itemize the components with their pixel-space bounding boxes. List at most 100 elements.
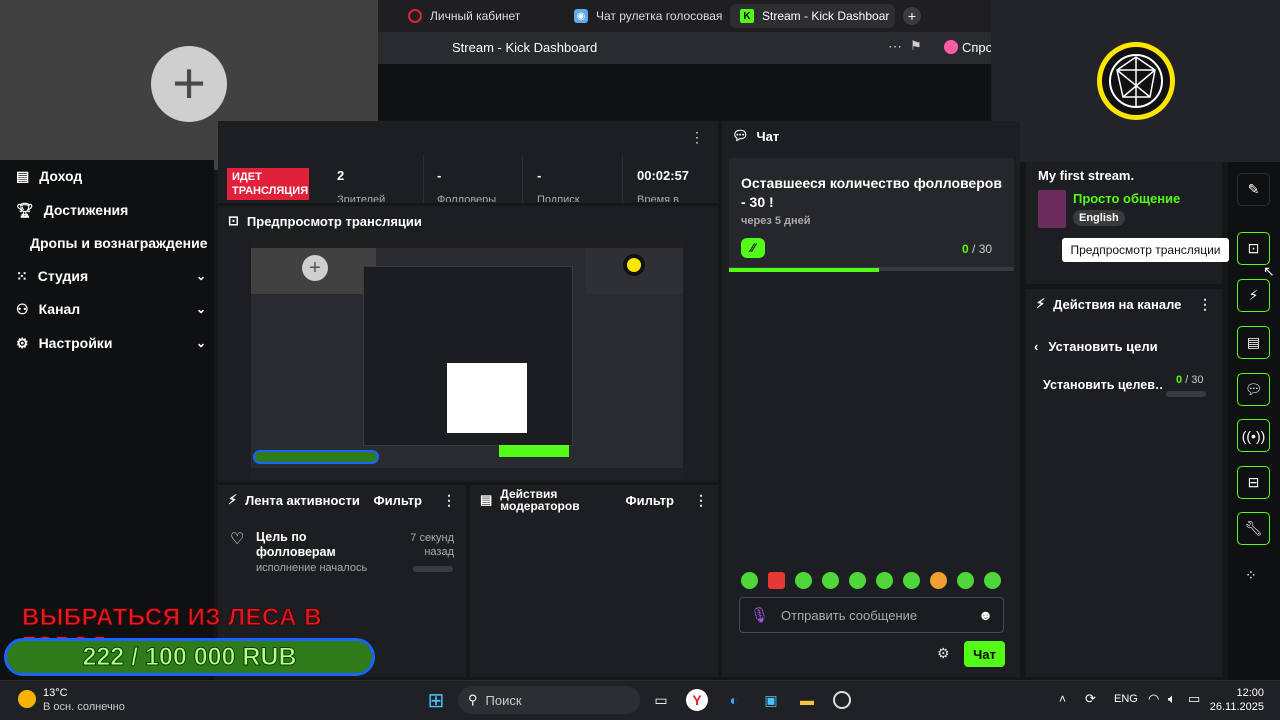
back-button[interactable]: ‹ Установить цели — [1034, 339, 1158, 354]
emote-icon[interactable] — [903, 572, 920, 589]
chat-app-icon: ◉ — [574, 9, 588, 23]
weather-icon[interactable] — [18, 690, 36, 708]
chat-scroll-indicator — [729, 268, 879, 272]
emote-icon[interactable] — [984, 572, 1001, 589]
goal-item-current: 0 — [1176, 374, 1183, 386]
browser-tab[interactable]: ◉ Чат рулетка голосовая — — [564, 4, 724, 28]
filter-button[interactable]: Фильтр — [373, 493, 422, 508]
emote-icon[interactable] — [795, 572, 812, 589]
preview-title: Предпросмотр трансляции — [246, 213, 422, 229]
more-icon[interactable]: ⋯ — [888, 38, 902, 55]
trophy-icon: 🏆︎ — [16, 201, 34, 218]
preview-icon: ⊡ — [228, 213, 239, 228]
extension-icon[interactable] — [944, 40, 958, 54]
tab-label: Чат рулетка голосовая — — [596, 9, 724, 23]
heart-icon: ♡ — [230, 531, 245, 548]
kebab-icon[interactable]: ⋮ — [1198, 296, 1212, 313]
back-label: Установить цели — [1048, 339, 1158, 354]
moderators-title: Действия модераторов — [500, 487, 580, 513]
overlay-goal-amount: 222 / 100 000 RUB — [82, 642, 297, 671]
kebab-icon[interactable]: ⋮ — [694, 492, 708, 509]
wifi-icon[interactable]: ◠ — [1148, 691, 1159, 707]
emote-icon[interactable] — [930, 572, 947, 589]
kebab-icon[interactable]: ⋮ — [690, 129, 704, 146]
sidebar-item-channel[interactable]: ⚇ Канал ⌄ — [16, 297, 206, 321]
emote-icon[interactable] — [876, 572, 893, 589]
microphone-icon[interactable]: 🎙︎ — [750, 606, 769, 624]
file-explorer-icon[interactable]: ▬ — [796, 689, 818, 711]
stream-time-label: Время в — [637, 194, 679, 202]
new-tab-button[interactable]: + — [903, 7, 921, 25]
sidebar-item-settings[interactable]: ⚙ Настройки ⌄ — [16, 331, 206, 355]
filter-button[interactable]: Фильтр — [625, 493, 674, 508]
language-indicator[interactable]: ENG — [1114, 693, 1138, 705]
chat-bubble-icon: 💬︎ — [732, 128, 749, 143]
circle-icon — [408, 9, 422, 23]
chat-bubble-icon[interactable]: 💬︎ — [1237, 373, 1270, 406]
browser-tab-bar: Личный кабинет ◉ Чат рулетка голосовая —… — [378, 0, 991, 32]
moderators-panel: ▤ Действия модераторов Фильтр ⋮ — [470, 485, 718, 677]
taskbar-search[interactable]: ⚲ Поиск — [458, 686, 640, 714]
moderation-icon[interactable]: ⊟ — [1237, 466, 1270, 499]
sync-icon[interactable]: ⟳ — [1085, 691, 1096, 707]
stream-title: My first stream. — [1038, 168, 1135, 183]
preview-taskbar — [251, 468, 683, 480]
kebab-icon[interactable]: ⋮ — [442, 492, 456, 509]
extension-label: Спро — [962, 40, 993, 55]
browser-tab[interactable]: Личный кабинет — [398, 4, 548, 28]
sidebar-item-studio[interactable]: ⁙ Студия ⌄ — [16, 264, 206, 288]
tab-label: Stream - Kick Dashboar — [762, 9, 890, 23]
lightning-icon[interactable]: ⚡︎ — [1237, 279, 1270, 312]
wrench-icon[interactable]: 🔧︎ — [1237, 512, 1270, 545]
chat-message-input[interactable] — [781, 607, 967, 623]
stream-category[interactable]: Просто общение — [1073, 191, 1180, 206]
emoji-icon[interactable]: ☻ — [978, 607, 993, 623]
weather-temp: 13°C — [43, 687, 68, 699]
emote-icon[interactable] — [741, 572, 758, 589]
gear-icon[interactable]: ⚙ — [937, 645, 950, 662]
channel-actions-header: ⚡︎ Действия на канале ⋮ — [1026, 289, 1222, 319]
send-chat-button[interactable]: Чат — [964, 641, 1005, 667]
obs-icon[interactable] — [833, 691, 851, 709]
browser-tab-active[interactable]: K Stream - Kick Dashboar ✕ — [730, 4, 895, 28]
emote-icon[interactable] — [849, 572, 866, 589]
tab-label: Личный кабинет — [430, 9, 521, 23]
sidebar-item-drops[interactable]: Дропы и вознаграждение — [30, 231, 220, 255]
document-icon[interactable]: ▤ — [1237, 326, 1270, 359]
sidebar-item-achievements[interactable]: 🏆︎ Достижения — [16, 198, 206, 222]
preview-plus-icon: + — [302, 255, 328, 281]
store-icon[interactable]: ▣ — [760, 689, 782, 711]
edit-icon[interactable]: ✎ — [1237, 173, 1270, 206]
battery-icon[interactable]: ▭ — [1188, 691, 1200, 707]
sidebar-item-label: Канал — [38, 301, 81, 317]
bookmark-icon[interactable]: ⚑ — [910, 38, 922, 54]
goal-current: 0 — [962, 242, 969, 256]
weather-desc: В осн. солнечно — [43, 701, 125, 713]
chat-header: 💬︎ Чат — [722, 121, 1020, 151]
sidebar-item-label: Студия — [37, 268, 89, 284]
clock-time[interactable]: 12:00 — [1216, 687, 1264, 699]
subs-label: Подписк — [537, 194, 580, 202]
goal-item-label[interactable]: Установить целев… — [1043, 378, 1163, 392]
divider — [423, 155, 424, 203]
more-tools-icon[interactable]: ⁘ — [1245, 567, 1257, 584]
preview-toggle-icon[interactable]: ⊡ — [1237, 232, 1270, 265]
stream-preview-video[interactable]: + — [251, 238, 683, 480]
volume-icon[interactable]: 🔈︎ — [1168, 691, 1176, 707]
follower-goal-card: Оставшееся количество фолловеров - 30 ! … — [729, 158, 1014, 271]
clock-date[interactable]: 26.11.2025 — [1200, 701, 1264, 713]
yandex-browser-icon[interactable]: Y — [686, 689, 708, 711]
chevron-up-icon[interactable]: ˄ — [1059, 692, 1066, 706]
edge-icon[interactable]: ◐ — [723, 689, 745, 711]
emote-icon[interactable] — [822, 572, 839, 589]
chevron-down-icon: ⌄ — [195, 336, 206, 350]
windows-start-icon[interactable]: ⊞ — [425, 689, 447, 712]
broadcast-icon[interactable]: ((•)) — [1237, 419, 1270, 452]
task-view-icon[interactable]: ▭ — [650, 689, 672, 711]
emote-icon[interactable] — [768, 572, 785, 589]
chat-input-box[interactable]: 🎙︎ ☻ — [739, 597, 1004, 633]
search-icon: ⚲ — [468, 692, 478, 707]
add-source-icon[interactable]: + — [151, 46, 227, 122]
emote-icon[interactable] — [957, 572, 974, 589]
sidebar-item-income[interactable]: ▤ Доход — [16, 164, 206, 188]
